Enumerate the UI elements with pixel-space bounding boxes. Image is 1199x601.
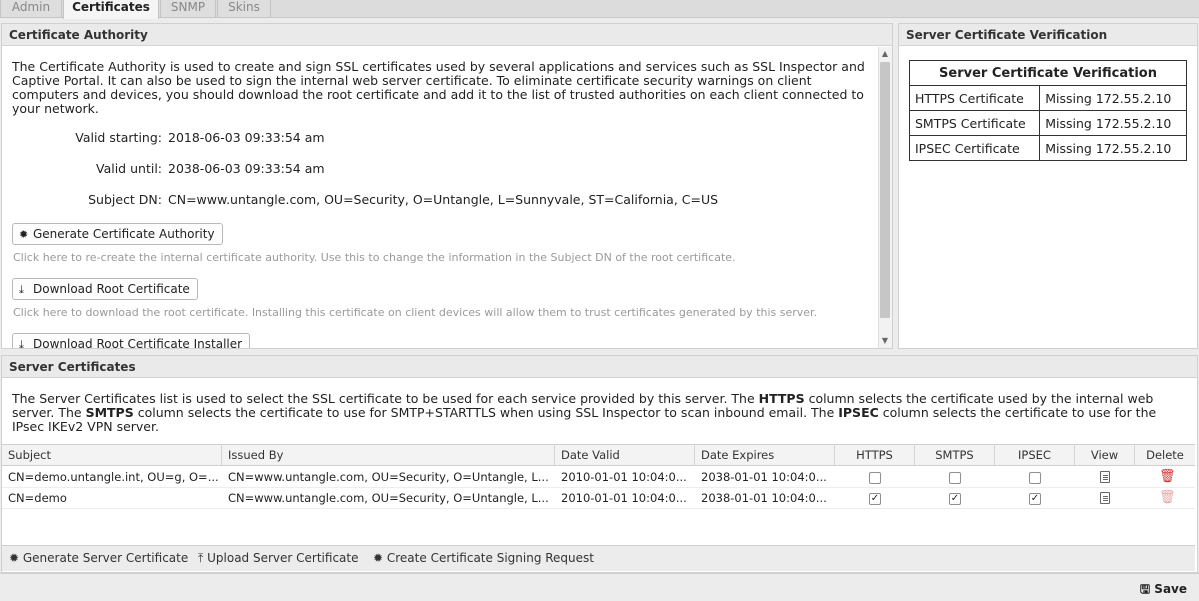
column-ipsec[interactable]: IPSEC (995, 445, 1075, 466)
column-subject[interactable]: Subject (2, 445, 222, 466)
gear-icon: ✹ (19, 228, 29, 241)
cell-subject: CN=demo.untangle.int, OU=g, O=... (8, 470, 219, 484)
generate-certificate-authority-button[interactable]: ✹ Generate Certificate Authority (12, 223, 223, 245)
save-button[interactable]: 🖫 Save (1140, 580, 1187, 601)
upload-icon: ⤒ (198, 551, 208, 565)
cell-date-expires: 2038-01-01 10:04:0... (701, 491, 827, 505)
panel-title: Server Certificates (2, 356, 1197, 378)
tab-bar: Admin Certificates SNMP Skins (0, 0, 1199, 19)
download-icon: ⤓ (19, 283, 24, 296)
download-root-certificate-installer-button[interactable]: ⤓ Download Root Certificate Installer (12, 333, 251, 348)
download-hint: Click here to download the root certific… (13, 306, 818, 319)
cell-date-valid: 2010-01-01 10:04:0... (561, 470, 687, 484)
scrollbar-thumb[interactable] (880, 62, 890, 318)
desc-ipsec: IPSEC (838, 405, 879, 420)
verification-status: Missing 172.55.2.10 (1039, 85, 1187, 111)
desc-text: The Server Certificates list is used to … (12, 391, 759, 406)
https-checkbox[interactable] (869, 472, 881, 484)
button-label: Download Root Certificate Installer (33, 337, 243, 348)
smtps-checkbox[interactable]: ✓ (949, 493, 961, 505)
panel-title: Server Certificate Verification (899, 24, 1197, 46)
tab-skins[interactable]: Skins (217, 0, 271, 18)
delete-trash-icon: 🗑 (1159, 490, 1176, 505)
smtps-checkbox[interactable] (949, 472, 961, 484)
subject-dn-label: Subject DN: (88, 192, 162, 207)
download-root-certificate-button[interactable]: ⤓ Download Root Certificate (12, 278, 198, 300)
verification-table: Server Certificate Verification HTTPS Ce… (908, 60, 1187, 161)
scroll-up-icon[interactable]: ▲ (879, 48, 891, 60)
certificate-authority-panel: Certificate Authority The Certificate Au… (1, 23, 893, 349)
create-csr-button[interactable]: ✹ Create Certificate Signing Request (373, 551, 594, 565)
tab-certificates[interactable]: Certificates (63, 0, 159, 19)
verification-table-title: Server Certificate Verification (909, 60, 1187, 86)
verification-status: Missing 172.55.2.10 (1039, 135, 1187, 161)
button-label: Upload Server Certificate (207, 551, 359, 565)
subject-dn-value: CN=www.untangle.com, OU=Security, O=Unta… (168, 192, 719, 207)
server-certs-description: The Server Certificates list is used to … (12, 392, 1172, 434)
column-date-expires[interactable]: Date Expires (695, 445, 835, 466)
scrollbar[interactable]: ▲ ▼ (878, 47, 892, 348)
tab-snmp[interactable]: SNMP (160, 0, 216, 18)
button-label: Create Certificate Signing Request (386, 551, 594, 565)
table-row[interactable]: CN=demo CN=www.untangle.com, OU=Security… (2, 488, 1195, 509)
ipsec-checkbox[interactable] (1029, 472, 1041, 484)
floppy-disk-icon: 🖫 (1139, 582, 1155, 596)
column-view: View (1075, 445, 1135, 466)
installer-clip: ⤓ Download Root Certificate Installer (2, 328, 878, 348)
panel-title: Certificate Authority (2, 24, 892, 46)
cell-subject: CN=demo (8, 491, 67, 505)
column-date-valid[interactable]: Date Valid (555, 445, 695, 466)
tab-admin[interactable]: Admin (0, 0, 62, 18)
desc-smtps: SMTPS (85, 405, 134, 420)
valid-starting-label: Valid starting: (75, 130, 162, 145)
verification-row: SMTPS Certificate Missing 172.55.2.10 (908, 110, 1187, 136)
verification-row: HTTPS Certificate Missing 172.55.2.10 (908, 85, 1187, 111)
cell-issued-by: CN=www.untangle.com, OU=Security, O=Unta… (228, 491, 549, 505)
button-label: Download Root Certificate (33, 282, 190, 296)
save-label: Save (1154, 582, 1187, 596)
generate-server-certificate-button[interactable]: ✹ Generate Server Certificate (9, 551, 188, 565)
view-document-icon[interactable] (1100, 471, 1110, 483)
certificates-grid-header: Subject Issued By Date Valid Date Expire… (2, 444, 1195, 466)
button-label: Generate Server Certificate (22, 551, 189, 565)
cell-issued-by: CN=www.untangle.com, OU=Security, O=Unta… (228, 470, 549, 484)
download-icon: ⤓ (19, 338, 24, 348)
server-certs-toolbar: ✹ Generate Server Certificate ⤒ Upload S… (2, 545, 1195, 571)
verification-name: IPSEC Certificate (908, 135, 1041, 161)
view-document-icon[interactable] (1100, 492, 1110, 504)
generate-hint: Click here to re-create the internal cer… (13, 251, 736, 264)
column-delete: Delete (1146, 448, 1184, 462)
verification-status: Missing 172.55.2.10 (1039, 110, 1187, 136)
verification-row: IPSEC Certificate Missing 172.55.2.10 (908, 135, 1187, 161)
verification-name: HTTPS Certificate (908, 85, 1041, 111)
https-checkbox[interactable]: ✓ (869, 493, 881, 505)
valid-starting-value: 2018-06-03 09:33:54 am (168, 130, 325, 145)
upload-server-certificate-button[interactable]: ⤒ Upload Server Certificate (198, 551, 358, 566)
cell-date-valid: 2010-01-01 10:04:0... (561, 491, 687, 505)
desc-https: HTTPS (758, 391, 805, 406)
valid-until-label: Valid until: (96, 161, 162, 176)
delete-trash-icon[interactable]: 🗑 (1159, 469, 1176, 484)
scroll-down-icon[interactable]: ▼ (879, 335, 891, 347)
column-smtps[interactable]: SMTPS (915, 445, 995, 466)
server-certificate-verification-panel: Server Certificate Verification Server C… (898, 23, 1198, 349)
ipsec-checkbox[interactable]: ✓ (1029, 493, 1041, 505)
column-issued-by[interactable]: Issued By (222, 445, 555, 466)
cell-date-expires: 2038-01-01 10:04:0... (701, 470, 827, 484)
button-label: Generate Certificate Authority (33, 227, 215, 241)
desc-text: column selects the certificate to use fo… (133, 405, 839, 420)
column-https[interactable]: HTTPS (835, 445, 915, 466)
table-row[interactable]: CN=demo.untangle.int, OU=g, O=... CN=www… (2, 467, 1195, 488)
gear-icon: ✹ (373, 551, 387, 565)
gear-icon: ✹ (9, 551, 23, 565)
valid-until-value: 2038-06-03 09:33:54 am (168, 161, 325, 176)
ca-description: The Certificate Authority is used to cre… (12, 59, 865, 116)
verification-name: SMTPS Certificate (908, 110, 1041, 136)
footer-bar: 🖫 Save (0, 573, 1199, 601)
